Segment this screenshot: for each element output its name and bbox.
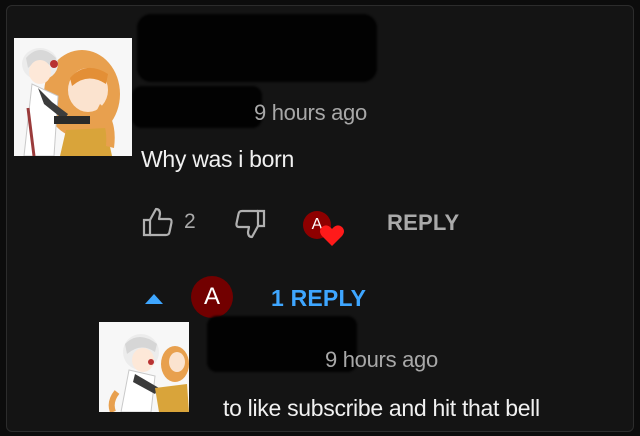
reply-text: to like subscribe and hit that bell <box>223 395 540 421</box>
comment-text: Why was i born <box>141 146 295 172</box>
anime-avatar-image <box>99 322 189 412</box>
like-count: 2 <box>184 210 196 233</box>
commenter-avatar[interactable] <box>14 38 132 156</box>
anime-avatar-image <box>14 38 132 156</box>
expand-replies-arrow-icon[interactable] <box>143 292 165 306</box>
reply-timestamp[interactable]: 9 hours ago <box>325 347 438 373</box>
thumbs-up-icon[interactable] <box>141 206 175 238</box>
comment-timestamp[interactable]: 9 hours ago <box>254 100 367 126</box>
thumbs-down-icon[interactable] <box>233 208 267 240</box>
view-replies-button[interactable]: 1 REPLY <box>271 285 366 312</box>
heart-icon <box>320 225 344 246</box>
redacted-username-secondary <box>132 86 262 128</box>
reply-commenter-avatar[interactable] <box>99 322 189 412</box>
reply-button[interactable]: REPLY <box>387 210 459 236</box>
redacted-username <box>137 14 377 82</box>
creator-heart[interactable]: A <box>303 211 349 253</box>
reply-author-avatar: A <box>191 276 233 318</box>
comment-thread: 9 hours ago Why was i born 2 A REPLY A 1… <box>6 5 634 432</box>
